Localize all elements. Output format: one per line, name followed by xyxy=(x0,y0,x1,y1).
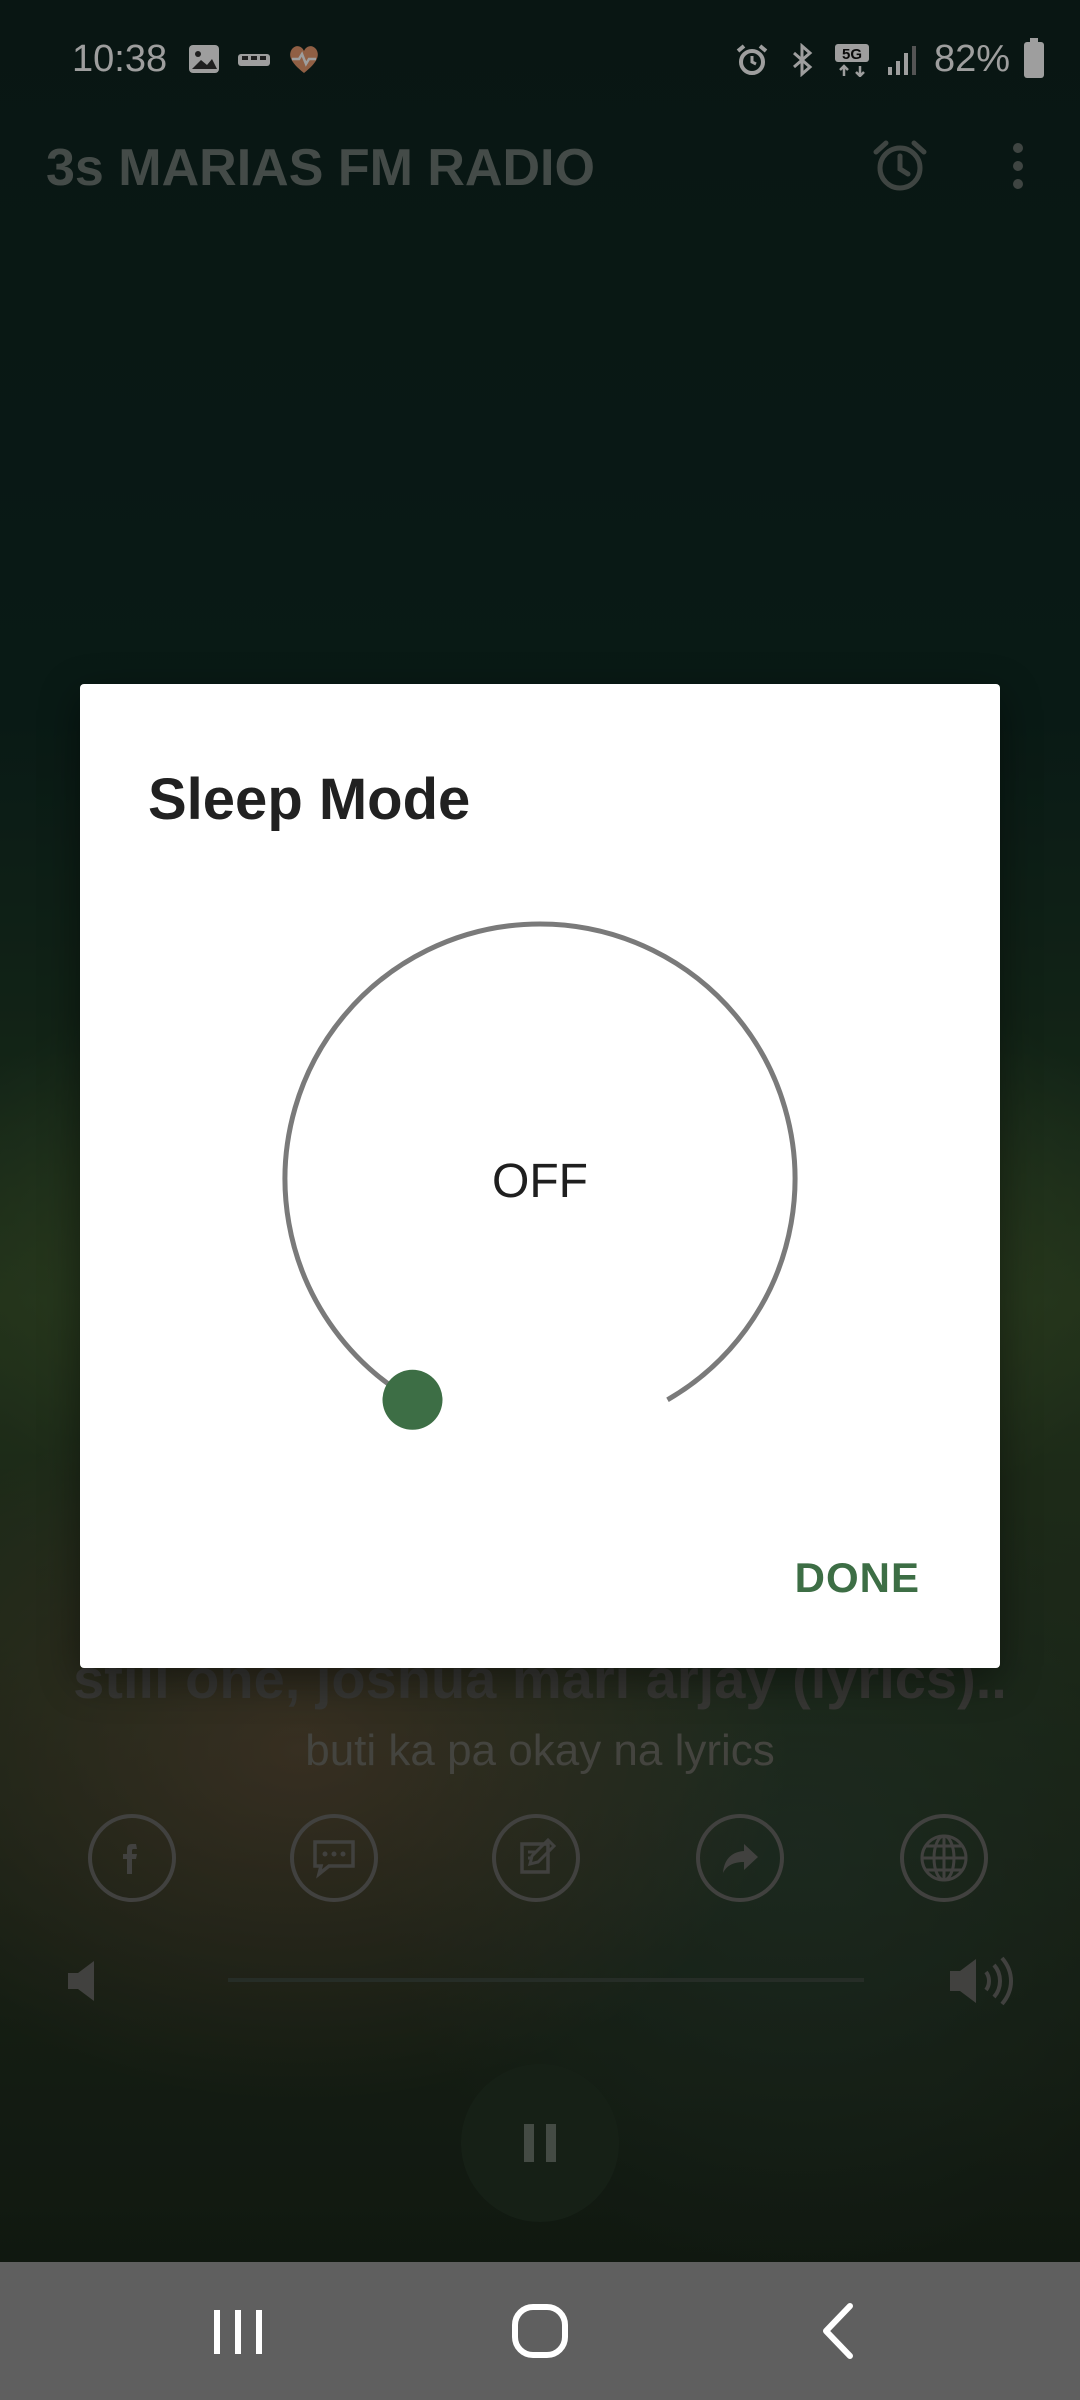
recents-icon[interactable] xyxy=(198,2296,278,2366)
back-icon[interactable] xyxy=(802,2296,882,2366)
home-icon[interactable] xyxy=(500,2296,580,2366)
navigation-bar xyxy=(0,2262,1080,2400)
dial-value-label: OFF xyxy=(492,1155,588,1208)
dial-knob[interactable] xyxy=(382,1369,443,1430)
sleep-mode-dialog: Sleep Mode OFF DONE xyxy=(80,684,1000,1668)
done-button[interactable]: DONE xyxy=(795,1554,920,1602)
